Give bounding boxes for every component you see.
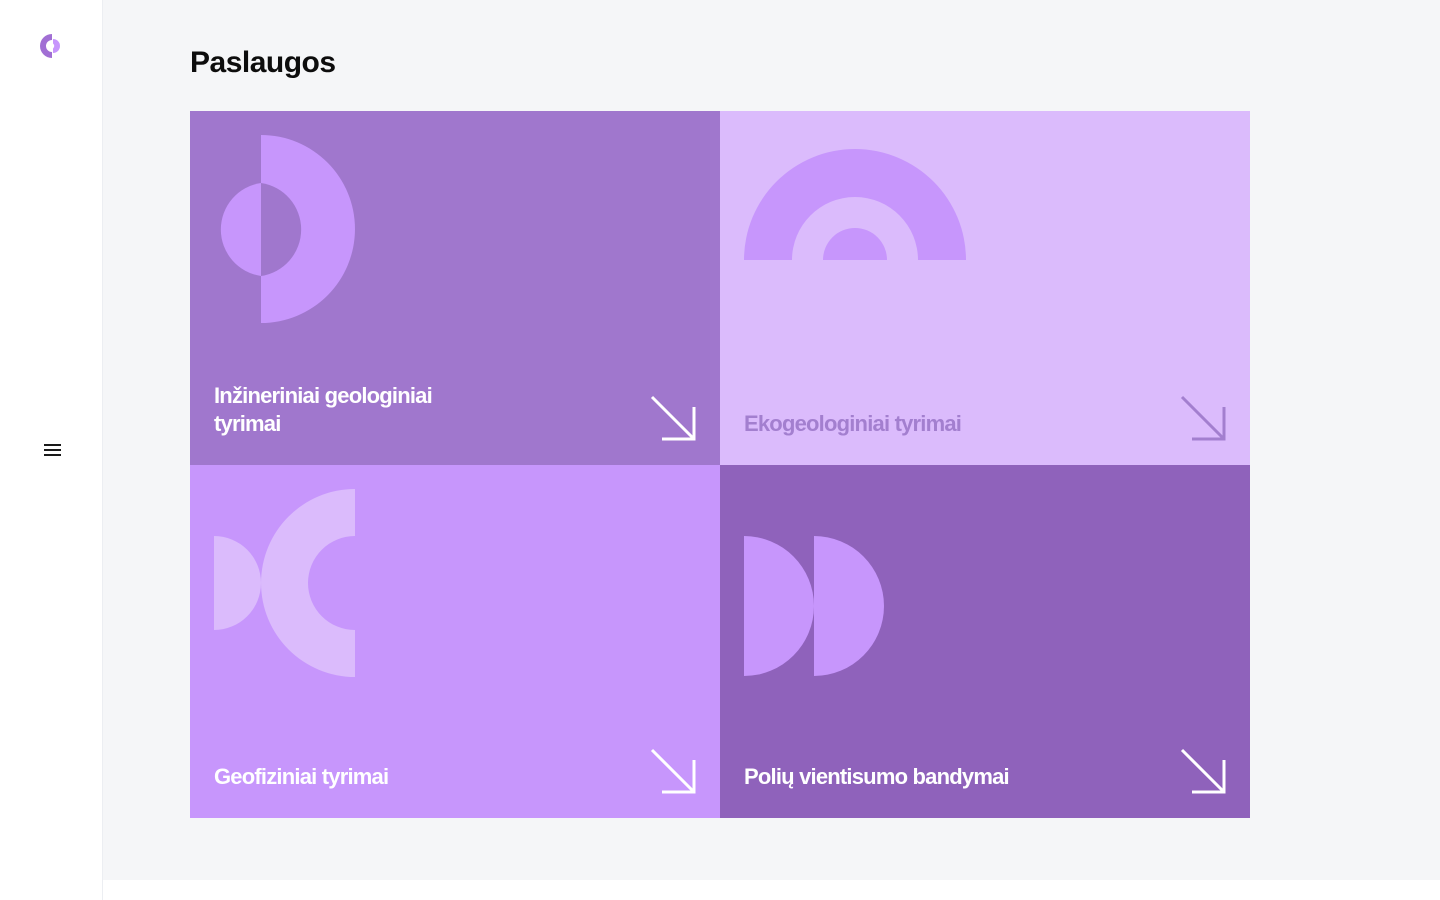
service-card-geophysics[interactable]: Geofiziniai tyrimai <box>190 465 720 818</box>
arrow-down-right-icon <box>650 748 696 794</box>
sidebar <box>0 0 103 900</box>
crescent-decor-icon <box>214 489 355 677</box>
services-grid: Inžineriniai geologiniai tyrimai Ekogeol… <box>190 111 1250 818</box>
footer-strip <box>103 880 1440 900</box>
arrow-down-right-icon <box>650 395 696 441</box>
service-card-label: Ekogeologiniai tyrimai <box>744 411 962 436</box>
service-card-label: Polių vientisumo bandymai <box>744 764 1010 789</box>
arrow-down-right-icon <box>1180 395 1226 441</box>
arrow-down-right-icon <box>1180 748 1226 794</box>
service-card-engineering-geology[interactable]: Inžineriniai geologiniai tyrimai <box>190 111 720 465</box>
double-half-circles-decor-icon <box>744 536 884 676</box>
service-card-label: Geofiziniai tyrimai <box>214 764 389 789</box>
page-title: Paslaugos <box>190 46 336 79</box>
service-card-label: Inžineriniai geologiniai tyrimai <box>214 383 433 436</box>
brand-logo-icon[interactable] <box>38 31 66 61</box>
main-content: Paslaugos Inžineriniai geologiniai tyrim… <box>103 0 1440 880</box>
service-card-pile-integrity[interactable]: Polių vientisumo bandymai <box>720 465 1250 818</box>
service-card-eco-geology[interactable]: Ekogeologiniai tyrimai <box>720 111 1250 465</box>
hamburger-menu-icon[interactable] <box>40 438 64 462</box>
arches-decor-icon <box>744 149 966 260</box>
half-circles-decor-icon <box>220 135 355 323</box>
